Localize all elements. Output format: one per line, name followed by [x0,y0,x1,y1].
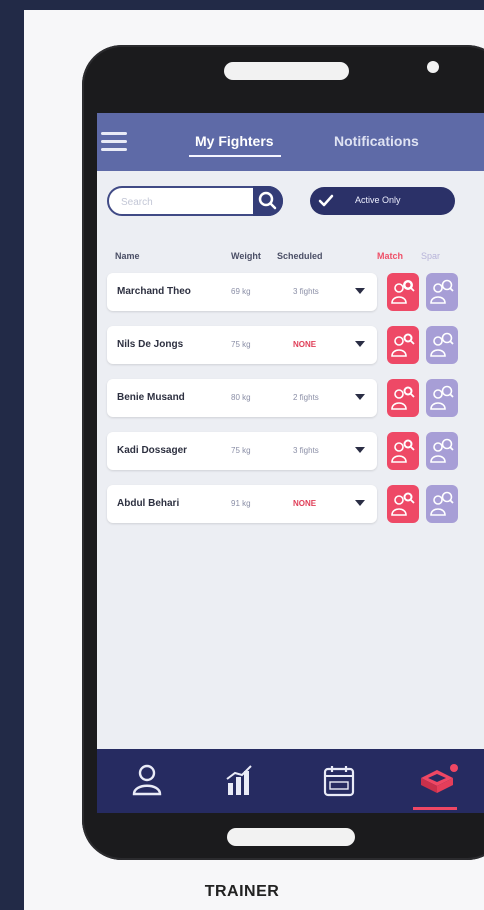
fighter-name: Abdul Behari [117,498,180,509]
fighter-row[interactable]: Marchand Theo 69 kg 3 fights [107,273,377,311]
fighter-name: Nils De Jongs [117,339,184,350]
column-header-match: Match [377,251,404,261]
search-button[interactable] [253,186,283,216]
fighter-weight: 75 kg [231,340,251,349]
bottom-nav-bar [97,749,484,813]
fighter-row[interactable]: Kadi Dossager 75 kg 3 fights [107,432,377,470]
search-input[interactable] [121,194,251,210]
match-search-button[interactable] [387,485,419,523]
chevron-down-icon[interactable] [355,500,365,506]
fighter-scheduled: NONE [293,340,317,349]
phone-home-button[interactable] [227,828,355,846]
search-icon [258,191,277,210]
match-search-button[interactable] [387,379,419,417]
match-search-button[interactable] [387,273,419,311]
match-fighter-search-icon [391,492,415,516]
fighter-name: Kadi Dossager [117,445,188,456]
active-only-toggle[interactable]: Active Only [310,187,455,215]
column-header-weight: Weight [231,251,261,261]
match-fighter-search-icon [391,333,415,357]
chevron-down-icon[interactable] [355,394,365,400]
spar-fighter-search-icon [430,438,454,463]
spar-search-button[interactable] [426,273,458,311]
fighter-weight: 75 kg [231,446,251,455]
fighter-weight: 91 kg [231,499,251,508]
fighter-row[interactable]: Nils De Jongs 75 kg NONE [107,326,377,364]
left-dark-band [0,0,24,910]
spar-fighter-search-icon [430,332,454,357]
tab-notifications[interactable]: Notifications [334,133,419,149]
top-dark-band [0,0,484,10]
fighter-scheduled: NONE [293,499,317,508]
calendar-icon[interactable] [319,761,359,801]
chevron-down-icon[interactable] [355,447,365,453]
match-search-button[interactable] [387,432,419,470]
active-nav-underline [413,807,457,810]
phone-speaker [224,62,349,80]
spar-search-button[interactable] [426,485,458,523]
profile-icon[interactable] [127,761,167,801]
fighter-row[interactable]: Benie Musand 80 kg 2 fights [107,379,377,417]
fighter-name: Marchand Theo [117,286,191,297]
fighter-scheduled: 2 fights [293,393,319,402]
search-bar [107,186,283,216]
spar-search-button[interactable] [426,432,458,470]
phone-frame: My Fighters Notifications A [82,45,484,860]
match-search-button[interactable] [387,326,419,364]
chevron-down-icon[interactable] [355,341,365,347]
fighter-scheduled: 3 fights [293,446,319,455]
fighter-weight: 69 kg [231,287,251,296]
active-only-label: Active Only [355,195,401,205]
spar-search-button[interactable] [426,379,458,417]
fighter-weight: 80 kg [231,393,251,402]
spar-fighter-search-icon [430,385,454,410]
caption-label: TRAINER [204,883,280,900]
fighter-name: Benie Musand [117,392,185,403]
fighter-scheduled: 3 fights [293,287,319,296]
fighter-row[interactable]: Abdul Behari 91 kg NONE [107,485,377,523]
match-fighter-search-icon [391,386,415,410]
top-tab-bar: My Fighters Notifications [97,113,484,171]
match-fighter-search-icon [391,280,415,304]
column-header-spar: Spar [421,251,441,261]
phone-camera [427,61,439,73]
app-screen: My Fighters Notifications A [97,113,484,813]
active-tab-underline [189,155,281,157]
chevron-down-icon[interactable] [355,288,365,294]
spar-fighter-search-icon [430,491,454,516]
match-fighter-search-icon [391,439,415,463]
stage: My Fighters Notifications A [24,10,484,910]
column-header-name: Name [115,251,140,261]
ring-icon[interactable] [415,761,458,801]
hamburger-menu-icon[interactable] [101,129,127,155]
column-header-scheduled: Scheduled [277,251,323,261]
stats-icon[interactable] [220,761,260,801]
check-icon [318,194,334,207]
spar-fighter-search-icon [430,279,454,304]
spar-search-button[interactable] [426,326,458,364]
tab-my-fighters[interactable]: My Fighters [195,133,274,149]
